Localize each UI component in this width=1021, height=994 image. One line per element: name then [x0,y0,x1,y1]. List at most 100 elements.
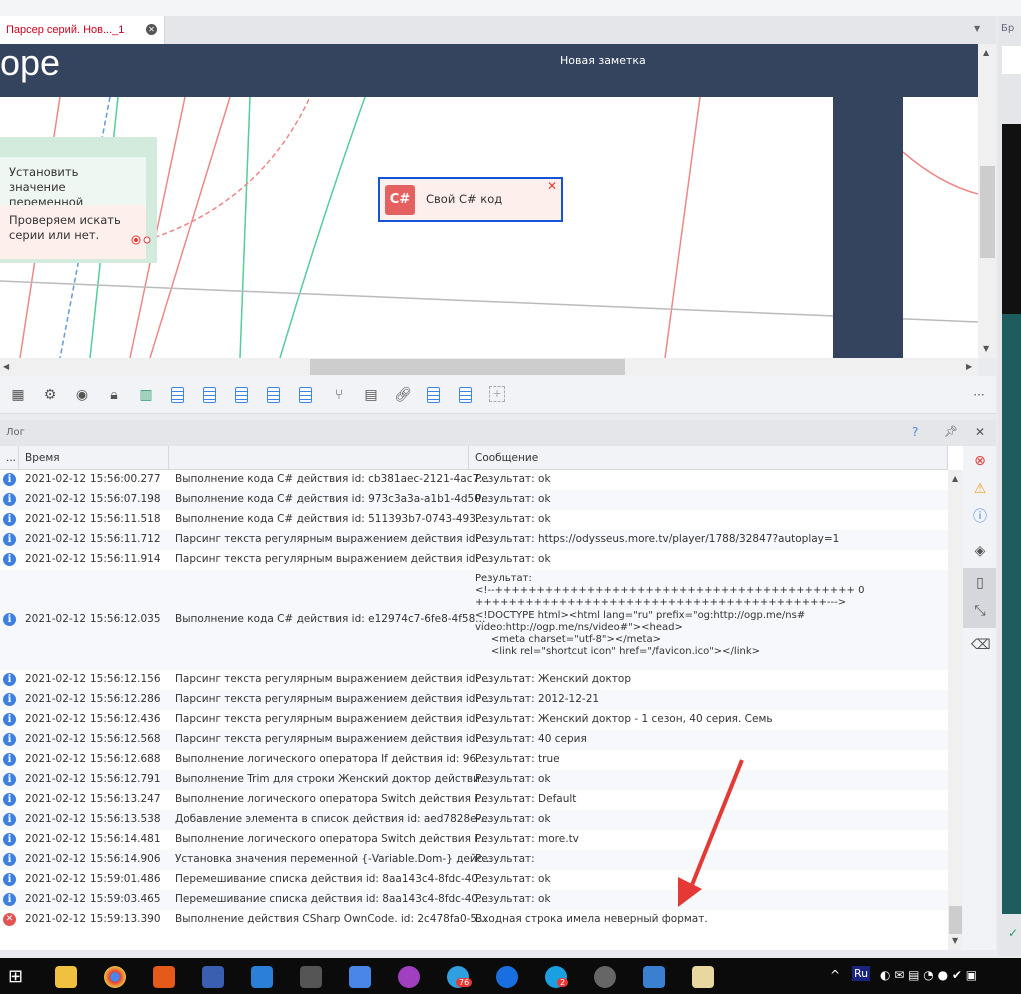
app-lightning-icon[interactable] [349,966,371,988]
tray-icons[interactable]: ◐ ✉ ▤ ◔ ● ✔ ▣ [880,968,977,982]
log-header: Лог ? 📌︎ ✕ [0,420,996,446]
paint-bucket-icon[interactable]: ◈ [971,542,989,560]
log-row[interactable]: i 2021-02-12 15:56:12.436 Парсинг текста ре… [0,710,948,730]
close-tab-icon[interactable]: ✕ [146,24,157,35]
canvas-horizontal-thumb[interactable] [310,359,625,375]
list-icon[interactable] [459,387,472,403]
log-row[interactable]: i 2021-02-12 15:59:03.465 Перемешивание спи… [0,890,948,910]
app-triangle-icon[interactable] [496,966,518,988]
log-date: 2021-02-12 [25,473,87,485]
vpn-lock-icon[interactable] [300,966,322,988]
check-icon[interactable]: ✓ [1008,926,1018,940]
col-time[interactable]: Время [19,446,169,470]
log-time: 15:56:11.914 [90,553,161,565]
log-row[interactable]: i 2021-02-12 15:56:12.156 Парсинг текста ре… [0,670,948,690]
info-icon: i [3,513,16,526]
info-icon: i [3,533,16,546]
log-row[interactable]: i 2021-02-12 15:56:07.198 Выполнение кода C… [0,490,948,510]
clear-log-icon[interactable]: ⌫ [971,636,991,654]
help-icon[interactable]: ? [912,425,918,439]
file-explorer-icon[interactable] [55,966,77,988]
document-app-icon[interactable] [692,966,714,988]
col-message[interactable]: Сообщение [469,446,948,470]
log-action: Выполнение кода C# действия id: cb381aec… [175,473,490,485]
list-icon[interactable] [267,387,280,403]
filter-warnings-icon[interactable]: ⚠ [971,480,989,498]
save-app-icon[interactable] [202,966,224,988]
app-triangle-gray-icon[interactable] [594,966,616,988]
tab-dropdown-icon[interactable]: ▼ [974,24,980,33]
log-row[interactable]: i 2021-02-12 15:56:11.914 Парсинг текста ре… [0,550,948,570]
log-row[interactable]: i 2021-02-12 15:56:00.277 Выполнение кода C… [0,470,948,490]
filter-errors-icon[interactable]: ⊗ [971,452,989,470]
log-row[interactable]: i 2021-02-12 15:56:14.481 Выполнение логиче… [0,830,948,850]
list-icon[interactable] [235,387,248,403]
language-indicator[interactable]: Ru [852,966,871,981]
chrome-icon[interactable] [104,966,126,988]
log-message: Результат: ok [475,473,551,485]
expand-rows-icon[interactable]: ▯ [971,574,989,592]
add-icon[interactable]: + [489,386,505,402]
log-row[interactable]: i 2021-02-12 15:56:14.906 Установка значени… [0,850,948,870]
log-time: 15:56:12.156 [90,673,161,685]
windows-start-icon[interactable]: ⊞ [8,966,23,987]
info-icon: i [3,813,16,826]
list-icon[interactable] [171,387,184,403]
log-date: 2021-02-12 [25,753,87,765]
log-row[interactable]: i 2021-02-12 15:56:12.568 Парсинг текста ре… [0,730,948,750]
filter-info-icon[interactable]: ⓘ [971,508,989,526]
browser-app-icon[interactable] [398,966,420,988]
log-message: Результат: ok [475,553,551,565]
info-icon: i [3,673,16,686]
log-date: 2021-02-12 [25,793,87,805]
log-action: Парсинг текста регулярным выражением дей… [175,673,493,685]
gear-icon[interactable]: ⚙ [41,386,59,404]
app-fire-icon[interactable] [153,966,175,988]
log-scrollbar[interactable]: ▲ ▼ [948,470,963,950]
log-action: Выполнение логического оператора Switch … [175,833,488,845]
log-row[interactable]: i 2021-02-12 15:56:13.247 Выполнение логиче… [0,790,948,810]
info-icon: i [3,873,16,886]
browser-panel-title[interactable]: Бр [1001,23,1014,34]
log-time: 15:56:12.035 [90,613,161,625]
log-row[interactable]: ✕ 2021-02-12 15:59:13.390 Выполнение действ… [0,910,948,930]
delete-node-icon[interactable]: ✕ [547,179,557,193]
log-row[interactable]: i 2021-02-12 15:56:13.538 Добавление элемен… [0,810,948,830]
log-action: Выполнение кода C# действия id: 511393b7… [175,513,486,525]
list-icon[interactable] [203,387,216,403]
log-row[interactable]: i 2021-02-12 15:56:11.712 Парсинг текста ре… [0,530,948,550]
log-row[interactable]: i 2021-02-12 15:56:12.035 Выполнение кода C… [0,570,948,670]
header-text: ope [0,44,61,83]
more-button[interactable]: ··· [970,386,988,404]
app-bird-icon[interactable] [643,966,665,988]
link-icon[interactable]: 🔗︎ [394,386,412,404]
branch-icon[interactable]: ⑂ [330,386,348,404]
log-scroll-thumb[interactable] [949,906,962,934]
note-title[interactable]: Новая заметка [560,54,646,67]
grid-icon[interactable]: ▦ [9,386,27,404]
log-row[interactable]: i 2021-02-12 15:56:12.688 Выполнение логиче… [0,750,948,770]
lock-icon[interactable]: 🔒︎ [105,386,123,404]
tray-expand-icon[interactable]: ^ [830,968,840,982]
log-row[interactable]: i 2021-02-12 15:56:12.286 Парсинг текста ре… [0,690,948,710]
list-icon[interactable] [299,387,312,403]
resize-icon[interactable]: ⤡ [971,602,989,620]
csharp-node[interactable]: C# Свой C# код ✕ [378,177,563,222]
vscode-icon[interactable] [251,966,273,988]
file-code-icon[interactable]: ▤ [362,386,380,404]
list-icon[interactable] [427,387,440,403]
log-action: Добавление элемента в список действия id… [175,813,491,825]
log-row[interactable]: i 2021-02-12 15:59:01.486 Перемешивание спи… [0,870,948,890]
col-action[interactable] [169,446,469,470]
pin-icon[interactable]: 📌︎ [944,425,958,438]
user-icon[interactable]: ◉ [73,386,91,404]
connector-points[interactable] [128,232,152,248]
log-row[interactable]: i 2021-02-12 15:56:12.791 Выполнение Trim д… [0,770,948,790]
col-level[interactable]: ... [0,446,19,470]
table-icon[interactable]: ▥ [137,386,155,404]
tab-project[interactable]: Парсер серий. Нов..._1 ✕ [0,16,165,44]
close-log-icon[interactable]: ✕ [975,425,985,439]
block-check-series[interactable]: Проверяем искать серии или нет. [0,205,146,259]
log-row[interactable]: i 2021-02-12 15:56:11.518 Выполнение кода C… [0,510,948,530]
canvas-vertical-thumb[interactable] [980,166,995,258]
